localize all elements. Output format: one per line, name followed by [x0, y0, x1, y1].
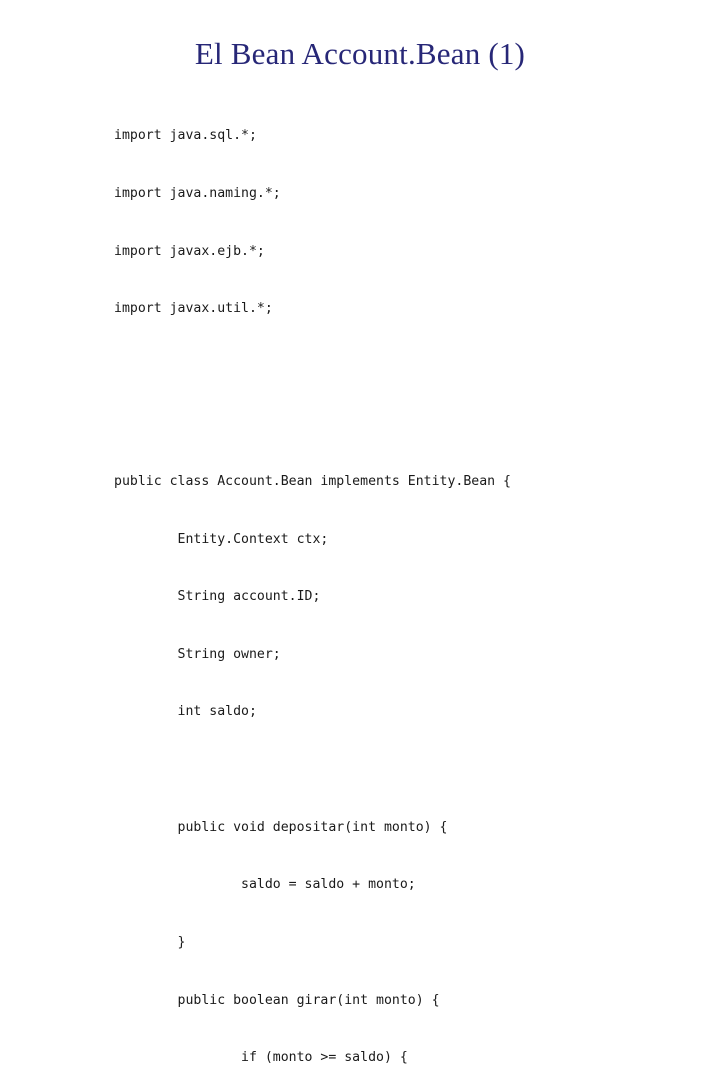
code-line: import javax.util.*;	[114, 301, 273, 317]
code-line: import javax.ejb.*;	[114, 243, 265, 259]
code-line: int saldo;	[114, 704, 257, 720]
code-line: Entity.Context ctx;	[114, 531, 329, 547]
code-line: public class Account.Bean implements Ent…	[114, 474, 511, 490]
code-line: public void depositar(int monto) {	[114, 819, 448, 835]
code-line: if (monto >= saldo) {	[114, 1050, 408, 1066]
code-line: import java.sql.*;	[114, 128, 257, 144]
page-title: El Bean Account.Bean (1)	[194, 36, 526, 71]
code-line: String owner;	[114, 646, 281, 662]
code-line: saldo = saldo + monto;	[114, 877, 416, 893]
code-line: String account.ID;	[114, 589, 321, 605]
code-block: import java.sql.*; import java.naming.*;…	[114, 88, 511, 1080]
code-line: }	[114, 934, 186, 950]
slide: El Bean Account.Bean (1) import java.sql…	[0, 0, 720, 1065]
code-line: import java.naming.*;	[114, 186, 281, 202]
code-line: public boolean girar(int monto) {	[114, 992, 440, 1008]
